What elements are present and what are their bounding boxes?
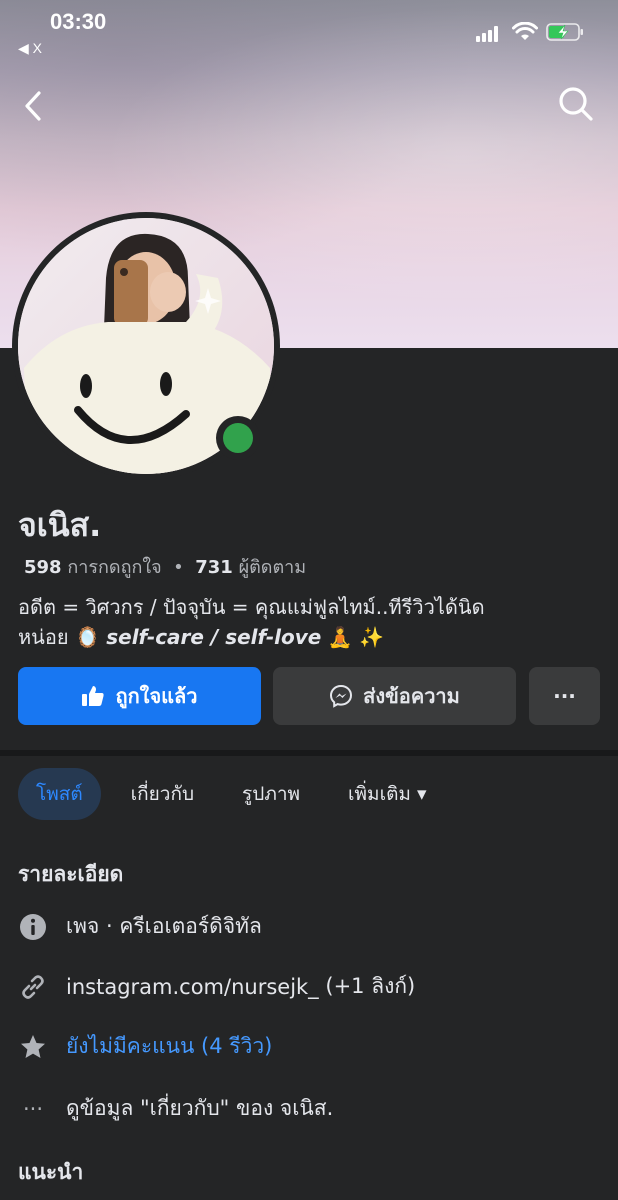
- wifi-icon: [512, 22, 538, 40]
- status-bar: 03:30 ◀ X: [0, 0, 618, 64]
- tab-posts[interactable]: โพสต์: [18, 768, 101, 820]
- tab-photos[interactable]: รูปภาพ: [224, 768, 318, 820]
- online-status-indicator: [216, 416, 260, 460]
- see-about-link[interactable]: ดูข้อมูล "เกี่ยวกับ" ของ จเนิส.: [66, 1092, 333, 1125]
- thumbs-up-icon: [82, 686, 105, 706]
- website-row[interactable]: instagram.com/nursejk_ (+1 ลิงก์): [18, 970, 415, 1003]
- back-arrow-icon: [25, 91, 41, 121]
- ellipsis-icon: ···: [553, 684, 576, 708]
- tab-about[interactable]: เกี่ยวกับ: [113, 768, 212, 820]
- info-icon: [20, 913, 46, 940]
- back-button[interactable]: [12, 84, 56, 128]
- likes-count: 598: [24, 557, 62, 578]
- battery-charging-icon: [546, 23, 583, 41]
- likes-label: การกดถูกใจ: [67, 557, 162, 578]
- bio-line-1: อดีต = วิศวกร / ปัจจุบัน = คุณแม่ฟูลไทม์…: [18, 595, 485, 619]
- bio-line-2: หน่อย 🪞 self-care / self-love 🧘 ✨: [18, 622, 608, 652]
- more-actions-button[interactable]: ···: [529, 667, 600, 725]
- messenger-icon: [330, 684, 353, 708]
- link-icon: [22, 974, 44, 999]
- liked-button[interactable]: ถูกใจแล้ว: [18, 667, 261, 725]
- ellipsis-icon: ···: [22, 1096, 44, 1121]
- search-button[interactable]: [554, 82, 598, 126]
- website-extra-links[interactable]: (+1 ลิงก์): [325, 970, 415, 1003]
- bio-line-2-prefix: หน่อย 🪞: [18, 625, 100, 649]
- section-divider: [0, 750, 618, 756]
- see-about-row[interactable]: ··· ดูข้อมูล "เกี่ยวกับ" ของ จเนิส.: [18, 1092, 333, 1125]
- star-icon: [21, 1034, 45, 1058]
- bio-line-2-tagline: self-care / self-love: [106, 625, 322, 649]
- liked-button-label: ถูกใจแล้ว: [115, 684, 198, 708]
- website-link[interactable]: instagram.com/nursejk_: [66, 975, 319, 999]
- followers-count: 731: [195, 557, 233, 578]
- back-to-app-link[interactable]: ◀ X: [18, 40, 42, 57]
- tab-more[interactable]: เพิ่มเติม ▾: [330, 768, 444, 820]
- send-message-label: ส่งข้อความ: [363, 684, 460, 708]
- profile-stats: 598 การกดถูกใจ • 731 ผู้ติดตาม: [24, 552, 306, 581]
- page-type-text: เพจ · ครีเอเตอร์ดิจิทัล: [66, 914, 262, 938]
- status-time: 03:30: [50, 9, 107, 34]
- profile-bio: อดีต = วิศวกร / ปัจจุบัน = คุณแม่ฟูลไทม์…: [18, 592, 608, 652]
- stats-separator: •: [173, 557, 184, 578]
- rating-text[interactable]: ยังไม่มีคะแนน (4 รีวิว): [66, 1030, 272, 1063]
- followers-label: ผู้ติดตาม: [238, 557, 307, 578]
- profile-tabs: โพสต์ เกี่ยวกับ รูปภาพ เพิ่มเติม ▾: [18, 768, 457, 820]
- profile-name: จเนิส.: [18, 506, 102, 544]
- send-message-button[interactable]: ส่งข้อความ: [273, 667, 516, 725]
- recommend-title: แนะนำ: [18, 1160, 84, 1184]
- search-icon: [559, 87, 593, 121]
- page-type-row: เพจ · ครีเอเตอร์ดิจิทัล: [18, 910, 262, 943]
- details-title: รายละเอียด: [18, 862, 124, 886]
- rating-row[interactable]: ยังไม่มีคะแนน (4 รีวิว): [18, 1030, 272, 1063]
- cellular-signal-icon: [476, 26, 502, 42]
- bio-line-2-emoji: 🧘 ✨: [327, 625, 384, 649]
